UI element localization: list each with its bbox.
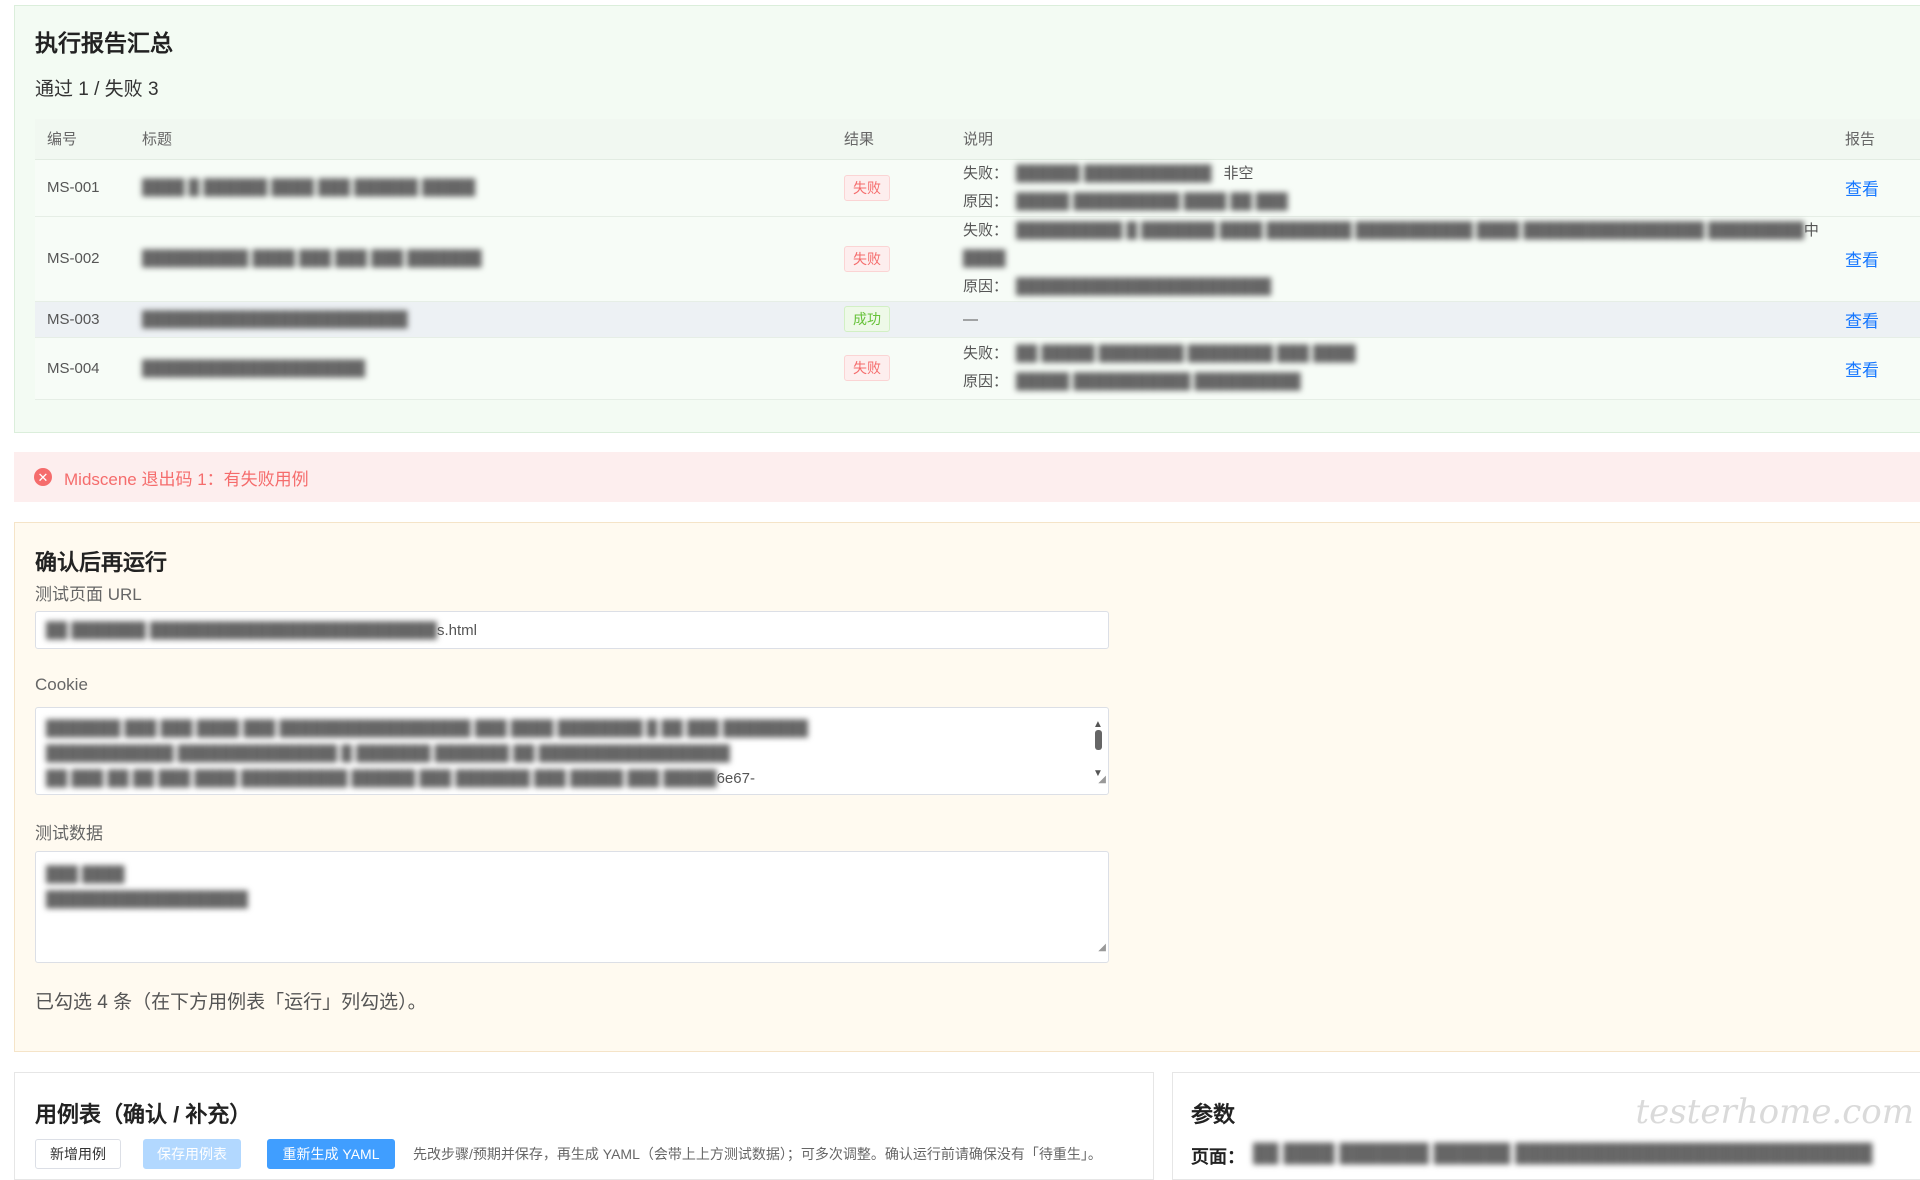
cookie-line: ████████████ ███████████████ █ ███████ █…: [46, 745, 730, 762]
url-label: 测试页面 URL: [35, 585, 142, 604]
table-row: MS-003 █████████████████████████ 成功 — 查看: [35, 301, 1920, 338]
status-badge: 失败: [844, 174, 890, 201]
row-title: ████ █ ██████ ████ ███ ██████ █████: [142, 179, 476, 196]
fail-label: 失败：: [963, 345, 1009, 362]
params-page-row: 页面： ██ ████ ███████ ██████ █████████████…: [1191, 1143, 1872, 1169]
cookie-line: ███████ ███ ███ ████ ███ ███████████████…: [46, 720, 809, 737]
fail-label: 失败：: [963, 221, 1009, 239]
cookie-line: ██ ███ ██ ██ ███ ████ ██████████ ██████ …: [46, 770, 717, 787]
report-summary-count: 通过 1 / 失败 3: [35, 79, 159, 100]
fail-suffix: 中: [1803, 221, 1819, 239]
empty-desc: —: [963, 310, 978, 328]
view-report-link[interactable]: 查看: [1845, 180, 1879, 199]
cookie-label: Cookie: [35, 675, 88, 694]
save-cases-button[interactable]: 保存用例表: [143, 1139, 241, 1169]
cases-title: 用例表（确认 / 补充）: [35, 1102, 252, 1127]
test-data-line: ███ ████: [46, 866, 125, 883]
add-case-button[interactable]: 新增用例: [35, 1139, 121, 1169]
reason-label: 原因：: [963, 373, 1009, 390]
cookie-line-suffix: 6e67-: [716, 770, 755, 787]
reason-text: █████ ███████████ ██████████: [1016, 373, 1301, 390]
cases-hint-text: 先改步骤/预期并保存，再生成 YAML（会带上上方测试数据）；可多次调整。确认运…: [413, 1146, 1102, 1162]
row-title: █████████████████████████: [142, 310, 408, 328]
view-report-link[interactable]: 查看: [1845, 361, 1879, 380]
case-table-panel: 用例表（确认 / 补充） 新增用例 保存用例表 重新生成 YAML 先改步骤/预…: [14, 1072, 1154, 1180]
row-id: MS-003: [35, 301, 142, 338]
test-data-textarea[interactable]: ███ ████ ███████████████████ ◢: [35, 851, 1109, 963]
report-table: 编号 标题 结果 说明 报告 MS-001 ████ █ ██████ ████…: [35, 119, 1920, 400]
fail-suffix: 非空: [1223, 164, 1254, 182]
table-row: MS-001 ████ █ ██████ ████ ███ ██████ ███…: [35, 159, 1920, 217]
scroll-thumb[interactable]: [1095, 730, 1102, 750]
table-row: MS-004 █████████████████████ 失败 失败： ██ ██…: [35, 337, 1920, 400]
resize-handle-icon[interactable]: ◢: [1098, 767, 1106, 792]
report-title: 执行报告汇总: [35, 30, 173, 56]
row-title: █████████████████████: [142, 359, 366, 377]
col-header-title: 标题: [142, 119, 844, 160]
fail-text-cont: ████: [963, 249, 1006, 267]
status-badge: 失败: [844, 245, 890, 272]
fail-label: 失败：: [963, 164, 1009, 182]
col-header-result: 结果: [844, 119, 963, 160]
resize-handle-icon[interactable]: ◢: [1098, 935, 1106, 960]
params-page-value: ██ ████ ███████ ██████ █████████████████…: [1253, 1143, 1873, 1163]
fail-text: ██████████ █ ███████ ████ ████████ █████…: [1016, 221, 1804, 239]
report-table-header: 编号 标题 结果 说明 报告: [35, 119, 1920, 160]
cookie-textarea[interactable]: ███████ ███ ███ ████ ███ ███████████████…: [35, 707, 1109, 795]
reason-label: 原因：: [963, 192, 1009, 210]
url-input[interactable]: ██ ███████ ███████████████████████████ s.…: [35, 611, 1109, 649]
url-value-blurred: ██ ███████ ███████████████████████████: [46, 621, 437, 639]
reason-text: ████████████████████████: [1016, 277, 1272, 295]
status-badge: 失败: [844, 355, 890, 381]
url-value-suffix: s.html: [436, 621, 477, 639]
regenerate-yaml-button[interactable]: 重新生成 YAML: [267, 1139, 395, 1169]
exit-code-alert: ✕ Midscene 退出码 1：有失败用例: [14, 452, 1920, 502]
row-id: MS-004: [35, 337, 142, 400]
params-title: 参数: [1191, 1102, 1236, 1127]
fail-text: ██████ ████████████: [1016, 164, 1212, 182]
col-header-report: 报告: [1845, 119, 1920, 160]
error-circle-icon: ✕: [34, 468, 52, 486]
confirm-rerun-panel: 确认后再运行 测试页面 URL ██ ███████ █████████████…: [14, 522, 1920, 1052]
reason-label: 原因：: [963, 277, 1009, 295]
test-data-line: ███████████████████: [46, 891, 248, 908]
report-summary-panel: 执行报告汇总 通过 1 / 失败 3 编号 标题 结果 说明 报告 MS-001…: [14, 5, 1920, 433]
test-data-label: 测试数据: [35, 824, 103, 843]
col-header-id: 编号: [35, 119, 142, 160]
watermark-logo: testerhome.com: [1635, 1092, 1914, 1132]
row-id: MS-001: [35, 159, 142, 217]
params-page-label: 页面：: [1191, 1147, 1245, 1167]
table-row: MS-002 ██████████ ████ ███ ███ ███ █████…: [35, 216, 1920, 302]
view-report-link[interactable]: 查看: [1845, 312, 1879, 331]
col-header-desc: 说明: [963, 119, 1845, 160]
alert-text: Midscene 退出码 1：有失败用例: [64, 469, 309, 489]
status-badge: 成功: [844, 306, 890, 332]
reason-text: █████ ██████████ ████ ██ ███: [1016, 192, 1288, 210]
fail-text: ██ █████ ████████ ████████ ███ ████: [1016, 345, 1356, 362]
row-id: MS-002: [35, 216, 142, 302]
selected-count-note: 已勾选 4 条（在下方用例表「运行」列勾选）。: [35, 992, 427, 1013]
confirm-title: 确认后再运行: [35, 550, 168, 575]
row-title: ██████████ ████ ███ ███ ███ ███████: [142, 250, 482, 267]
view-report-link[interactable]: 查看: [1845, 251, 1879, 270]
